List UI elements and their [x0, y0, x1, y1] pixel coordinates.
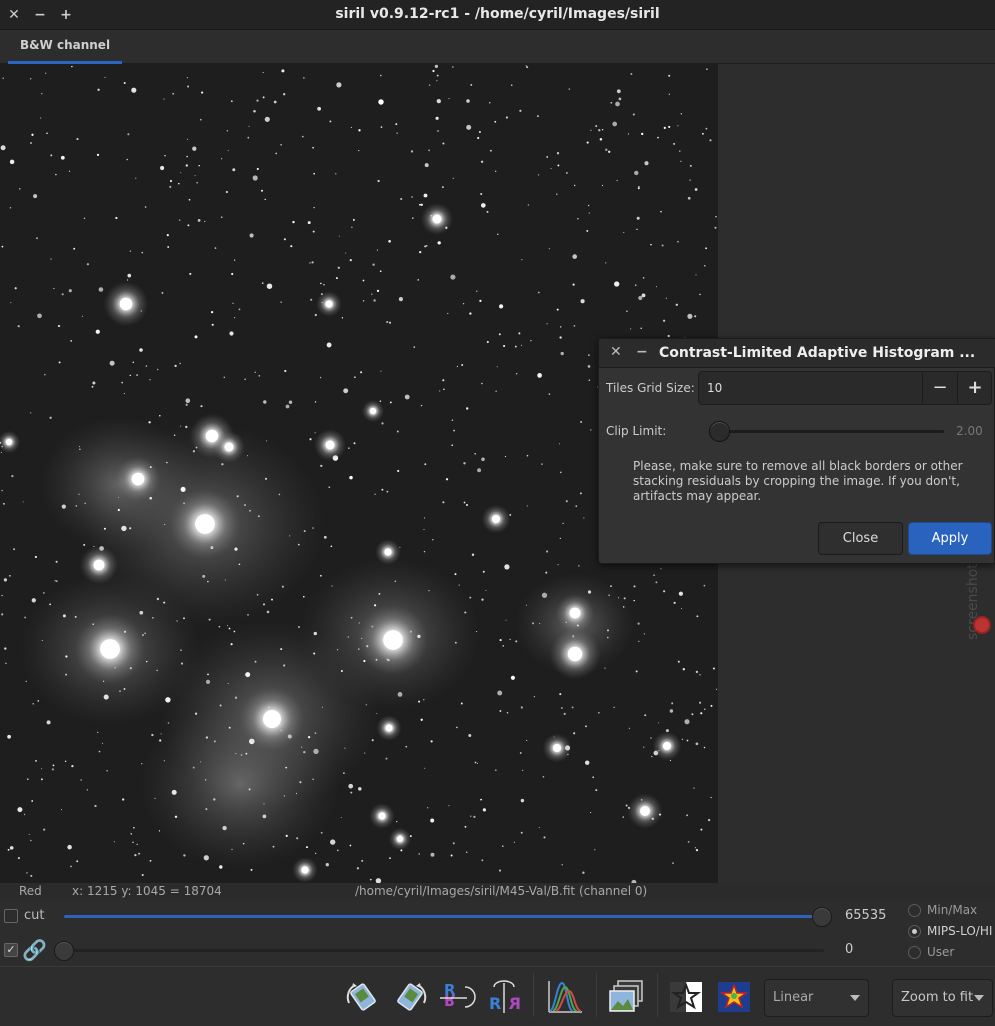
scaling-mode-group: Min/Max MIPS-LO/HI User — [906, 900, 995, 964]
chevron-down-icon — [850, 995, 860, 1001]
toolbar-separator — [533, 973, 534, 1017]
mirror-y-icon[interactable]: R R — [484, 977, 524, 1017]
radio-mips-lo-hi[interactable]: MIPS-LO/HI — [906, 922, 995, 942]
mirror-x-icon[interactable]: R R — [437, 977, 477, 1017]
clip-limit-label: Clip Limit: — [606, 424, 667, 438]
channel-tabbar: B&W channel — [0, 30, 995, 64]
bottom-toolbar: R R R R Linear Zoom to fit — [0, 966, 995, 1026]
tiles-grid-value[interactable]: 10 — [707, 381, 722, 395]
low-value: 0 — [845, 942, 854, 957]
photometry-icon[interactable] — [666, 977, 706, 1017]
dialog-message: Please, make sure to remove all black bo… — [633, 459, 963, 503]
radio-label: MIPS-LO/HI — [927, 924, 993, 938]
svg-text:R: R — [444, 991, 456, 1009]
window-titlebar: ✕ − + siril v0.9.12-rc1 - /home/cyril/Im… — [0, 0, 995, 30]
low-slider-knob[interactable] — [54, 941, 74, 961]
decrement-button[interactable]: − — [922, 372, 957, 404]
close-icon[interactable]: ✕ — [610, 344, 622, 360]
radio-dot[interactable] — [908, 946, 921, 959]
toolbar-separator — [657, 973, 658, 1017]
status-filename: /home/cyril/Images/siril/M45-Val/B.fit (… — [355, 884, 648, 898]
image-sequence-icon[interactable] — [606, 977, 646, 1017]
svg-text:R: R — [509, 994, 521, 1013]
clip-limit-value: 2.00 — [956, 424, 983, 438]
minimize-icon[interactable]: − — [636, 344, 648, 360]
close-button[interactable]: Close — [818, 522, 903, 555]
svg-text:R: R — [489, 994, 501, 1013]
rotate-ccw-icon[interactable] — [343, 977, 383, 1017]
status-channel: Red — [19, 884, 42, 898]
window-title: siril v0.9.12-rc1 - /home/cyril/Images/s… — [335, 6, 660, 22]
radio-minmax[interactable]: Min/Max — [906, 901, 995, 921]
rotate-cw-icon[interactable] — [390, 977, 430, 1017]
radio-user[interactable]: User — [906, 943, 995, 963]
dynamic-psf-icon[interactable] — [714, 977, 754, 1017]
siril-main-window: ✕ − + siril v0.9.12-rc1 - /home/cyril/Im… — [0, 0, 995, 1026]
clip-limit-track[interactable] — [719, 430, 944, 433]
watermark-logo-icon — [973, 616, 991, 634]
chevron-down-icon — [974, 995, 984, 1001]
toolbar-separator — [596, 973, 597, 1017]
clip-limit-knob[interactable] — [709, 421, 730, 442]
clahe-dialog: ✕ − Contrast-Limited Adaptive Histogram … — [598, 338, 995, 564]
scale-mode-combo[interactable]: Linear — [764, 979, 869, 1017]
status-line: Red x: 1215 y: 1045 = 18704 /home/cyril/… — [0, 883, 995, 900]
radio-dot[interactable] — [908, 925, 921, 938]
high-slider-knob[interactable] — [812, 907, 832, 927]
cut-checkbox[interactable] — [4, 909, 18, 923]
cut-label: cut — [24, 908, 45, 923]
status-coordinates: x: 1215 y: 1045 = 18704 — [72, 884, 222, 898]
chain-link-icon: 🔗 — [22, 938, 47, 962]
low-slider-track[interactable] — [64, 949, 824, 952]
high-value: 65535 — [845, 908, 887, 923]
radio-label: User — [927, 945, 955, 959]
scale-mode-value: Linear — [773, 990, 814, 1005]
dialog-titlebar: ✕ − Contrast-Limited Adaptive Histogram … — [599, 339, 995, 368]
low-slider-row: ✓ 🔗 0 — [0, 936, 900, 966]
zoom-value: Zoom to fit — [901, 990, 974, 1005]
high-slider-track[interactable] — [64, 915, 822, 918]
link-checkbox[interactable]: ✓ — [4, 943, 18, 957]
tiles-grid-spinbutton[interactable]: 10 − + — [698, 371, 992, 405]
apply-button[interactable]: Apply — [908, 522, 992, 555]
high-slider-row: cut 65535 — [0, 901, 900, 931]
tiles-grid-label: Tiles Grid Size: — [606, 381, 695, 395]
increment-button[interactable]: + — [957, 372, 992, 404]
zoom-combo[interactable]: Zoom to fit — [892, 979, 993, 1017]
histogram-icon[interactable] — [545, 977, 585, 1017]
radio-dot[interactable] — [908, 904, 921, 917]
radio-label: Min/Max — [927, 903, 978, 917]
dialog-title: Contrast-Limited Adaptive Histogram ... — [659, 345, 976, 361]
tab-bw-channel[interactable]: B&W channel — [8, 30, 122, 64]
